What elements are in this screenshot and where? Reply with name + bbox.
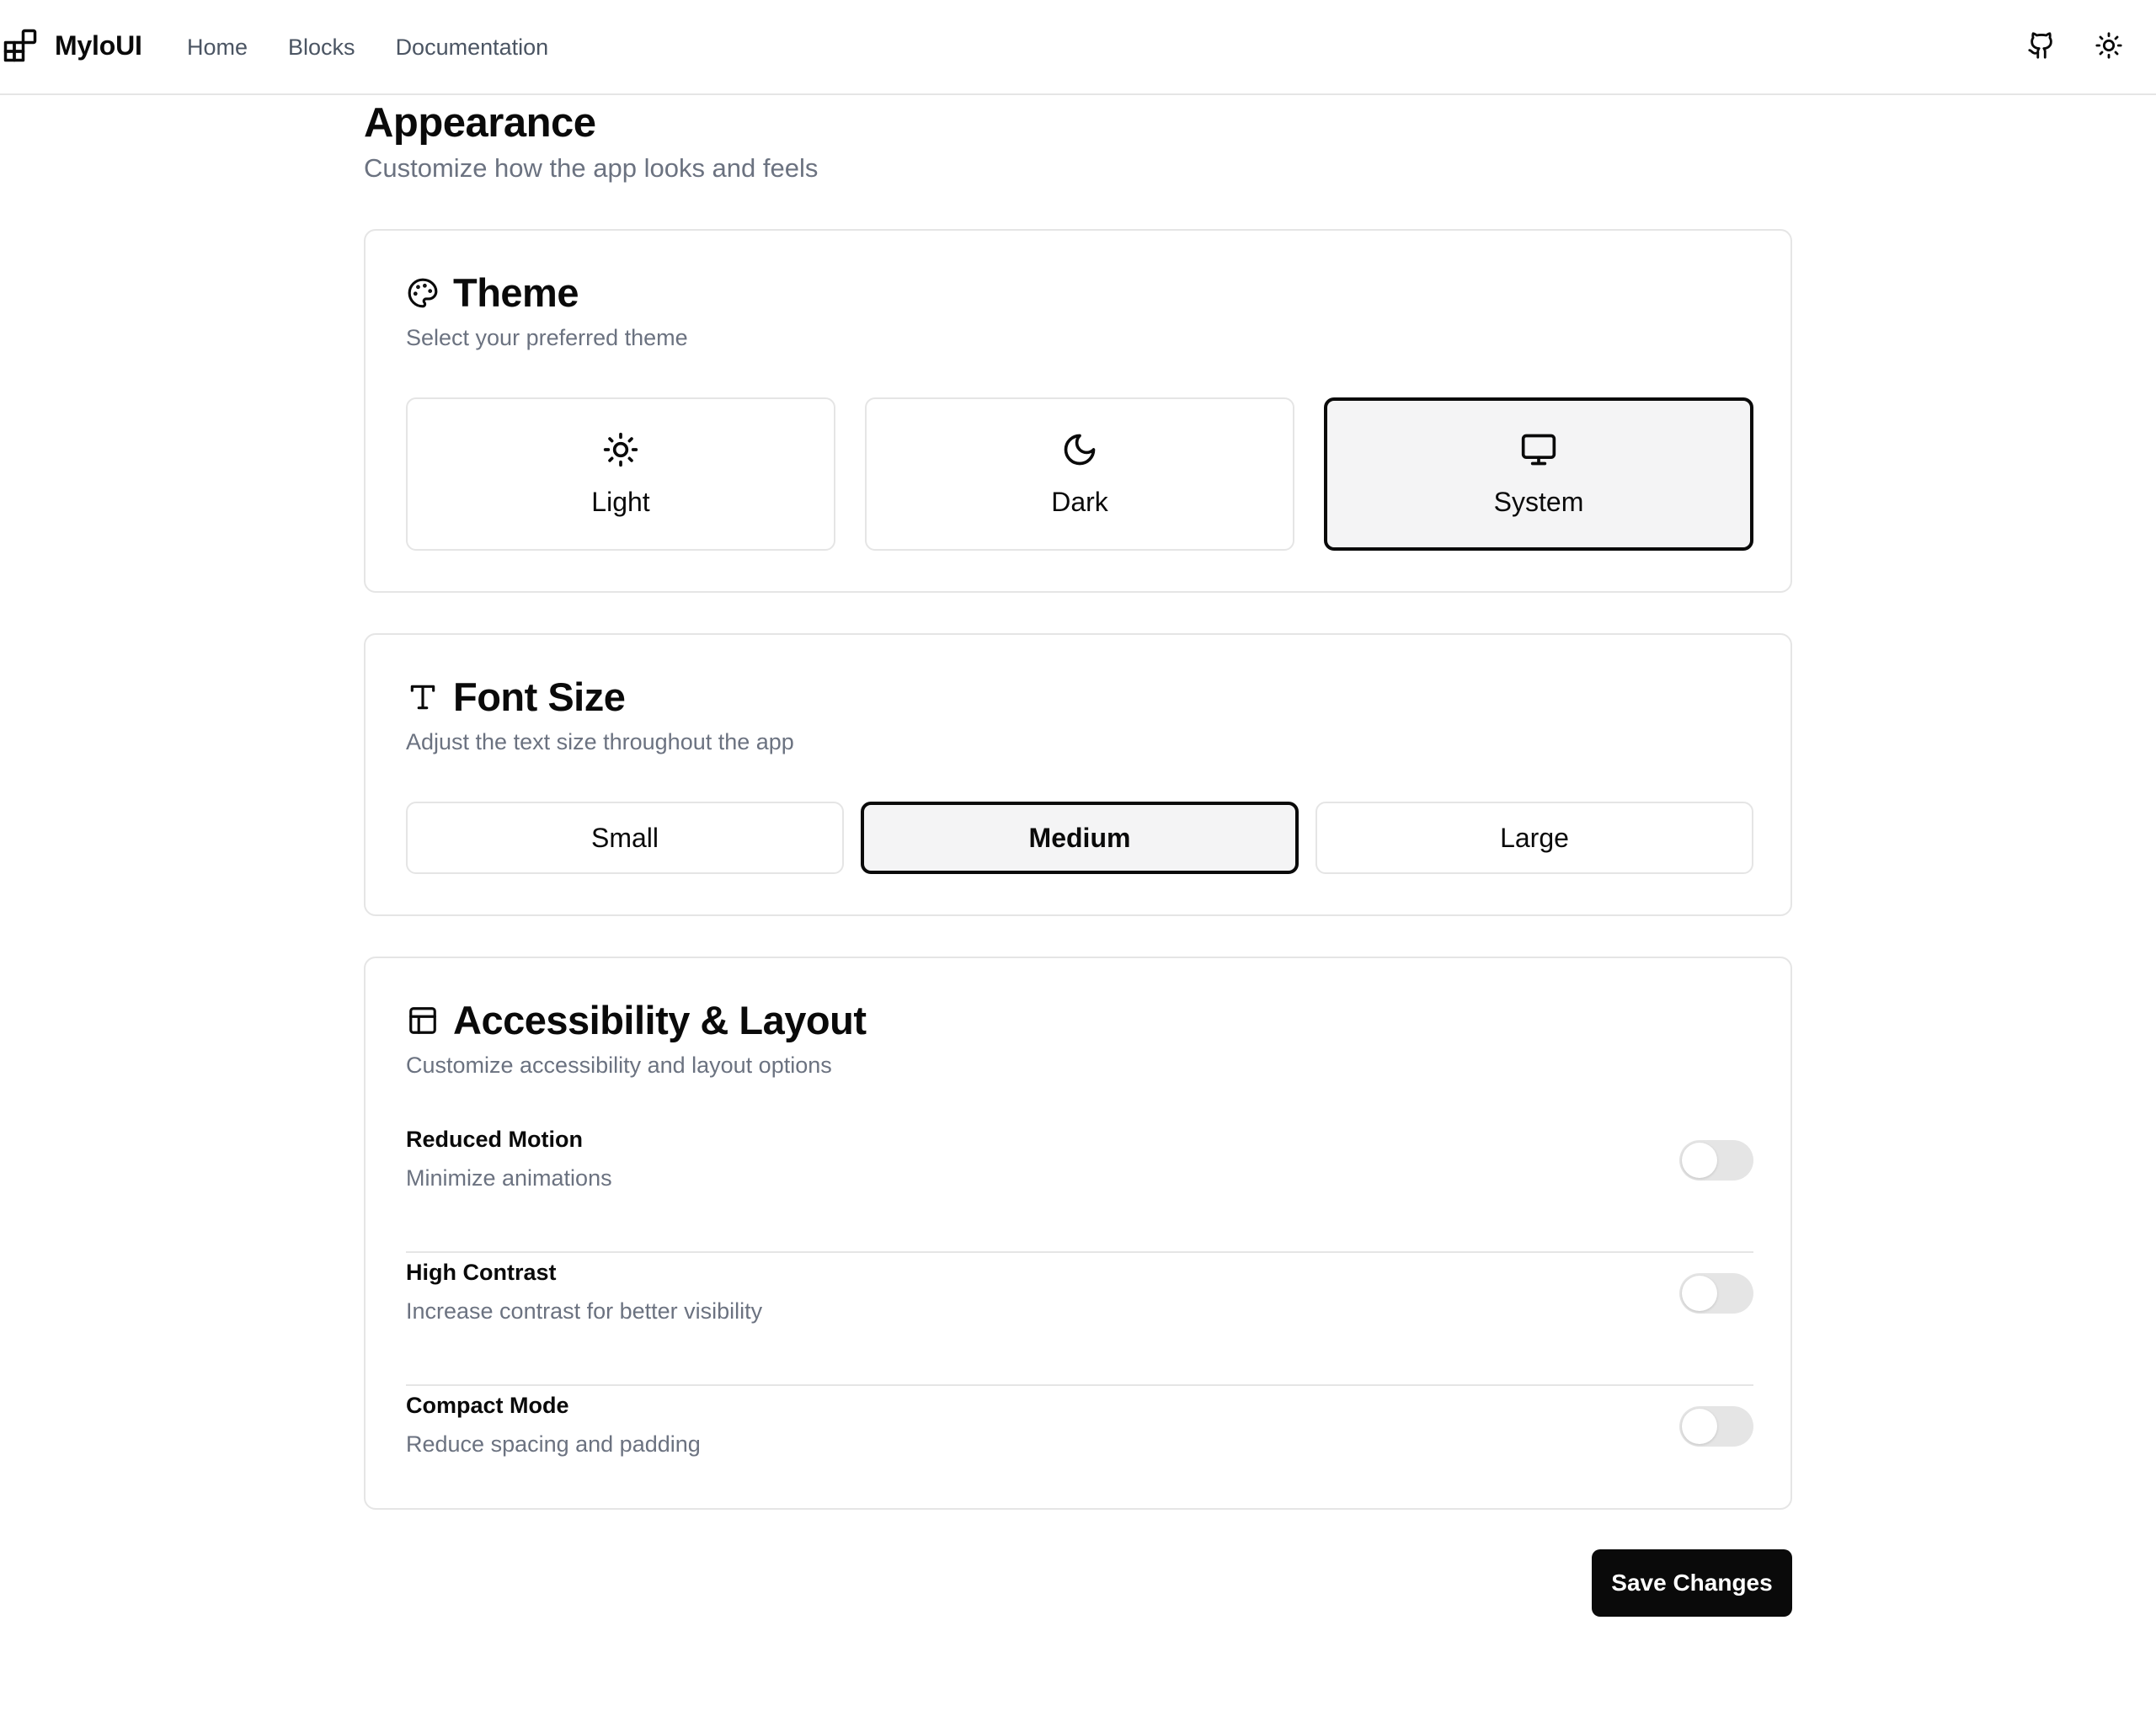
- palette-icon: [406, 276, 440, 310]
- font-size-card-description: Adjust the text size throughout the app: [406, 729, 794, 754]
- toggle-knob: [1682, 1143, 1717, 1178]
- theme-card-header: Theme: [406, 271, 579, 315]
- setting-title: High Contrast: [406, 1260, 557, 1285]
- moon-icon: [1061, 431, 1098, 468]
- font-size-large-button[interactable]: Large: [1315, 802, 1753, 874]
- setting-description: Increase contrast for better visibility: [406, 1298, 763, 1324]
- toggle-knob: [1682, 1409, 1717, 1444]
- sun-icon: [602, 431, 639, 468]
- theme-option-label: System: [1493, 486, 1584, 517]
- nav-link-home[interactable]: Home: [187, 32, 248, 62]
- monitor-icon: [1520, 431, 1557, 468]
- font-size-medium-button[interactable]: Medium: [861, 802, 1299, 874]
- accessibility-card-header: Accessibility & Layout: [406, 999, 867, 1042]
- font-size-card-title: Font Size: [453, 674, 626, 719]
- high-contrast-toggle[interactable]: [1679, 1273, 1753, 1314]
- theme-card-description: Select your preferred theme: [406, 325, 688, 350]
- header-actions: [2021, 27, 2156, 67]
- setting-title: Reduced Motion: [406, 1127, 583, 1152]
- page-title: Appearance: [364, 100, 596, 146]
- page-subtitle: Customize how the app looks and feels: [364, 153, 819, 183]
- font-size-small-button[interactable]: Small: [406, 802, 844, 874]
- font-size-card-header: Font Size: [406, 674, 626, 719]
- setting-description: Minimize animations: [406, 1165, 612, 1191]
- toggle-knob: [1682, 1276, 1717, 1311]
- compact-mode-toggle[interactable]: [1679, 1406, 1753, 1447]
- github-button[interactable]: [2021, 27, 2062, 67]
- type-icon: [406, 680, 440, 714]
- accessibility-card: Accessibility & Layout Customize accessi…: [364, 957, 1792, 1510]
- font-size-card: Font Size Adjust the text size throughou…: [364, 633, 1792, 916]
- theme-option-label: Dark: [1051, 486, 1108, 517]
- blocks-icon: [3, 28, 38, 63]
- theme-toggle-button[interactable]: [2089, 27, 2129, 67]
- reduced-motion-toggle[interactable]: [1679, 1140, 1753, 1181]
- setting-compact-mode: Compact Mode Reduce spacing and padding: [406, 1386, 1753, 1519]
- layout-icon: [406, 1004, 440, 1037]
- github-icon: [2027, 31, 2056, 64]
- setting-title: Compact Mode: [406, 1393, 569, 1418]
- theme-option-label: Light: [591, 486, 650, 517]
- font-size-options: Small Medium Large: [406, 802, 1753, 874]
- settings-list: Reduced Motion Minimize animations High …: [406, 1120, 1753, 1519]
- accessibility-card-title: Accessibility & Layout: [453, 998, 867, 1042]
- theme-option-dark[interactable]: Dark: [865, 397, 1294, 551]
- brand-logo[interactable]: MyloUI: [3, 28, 142, 63]
- setting-high-contrast: High Contrast Increase contrast for bett…: [406, 1253, 1753, 1386]
- top-navbar: MyloUI Home Blocks Documentation: [0, 0, 2156, 95]
- setting-description: Reduce spacing and padding: [406, 1431, 701, 1457]
- save-changes-button[interactable]: Save Changes: [1592, 1549, 1792, 1617]
- accessibility-card-description: Customize accessibility and layout optio…: [406, 1053, 832, 1078]
- nav-link-documentation[interactable]: Documentation: [396, 32, 549, 62]
- theme-option-system[interactable]: System: [1324, 397, 1753, 551]
- nav-link-blocks[interactable]: Blocks: [288, 32, 355, 62]
- theme-options: Light Dark System: [406, 397, 1753, 551]
- sun-icon: [2095, 31, 2123, 64]
- brand-name: MyloUI: [55, 29, 142, 61]
- setting-reduced-motion: Reduced Motion Minimize animations: [406, 1120, 1753, 1253]
- theme-option-light[interactable]: Light: [406, 397, 835, 551]
- theme-card: Theme Select your preferred theme Light …: [364, 229, 1792, 593]
- theme-card-title: Theme: [453, 270, 579, 315]
- main-nav: Home Blocks Documentation: [187, 32, 589, 62]
